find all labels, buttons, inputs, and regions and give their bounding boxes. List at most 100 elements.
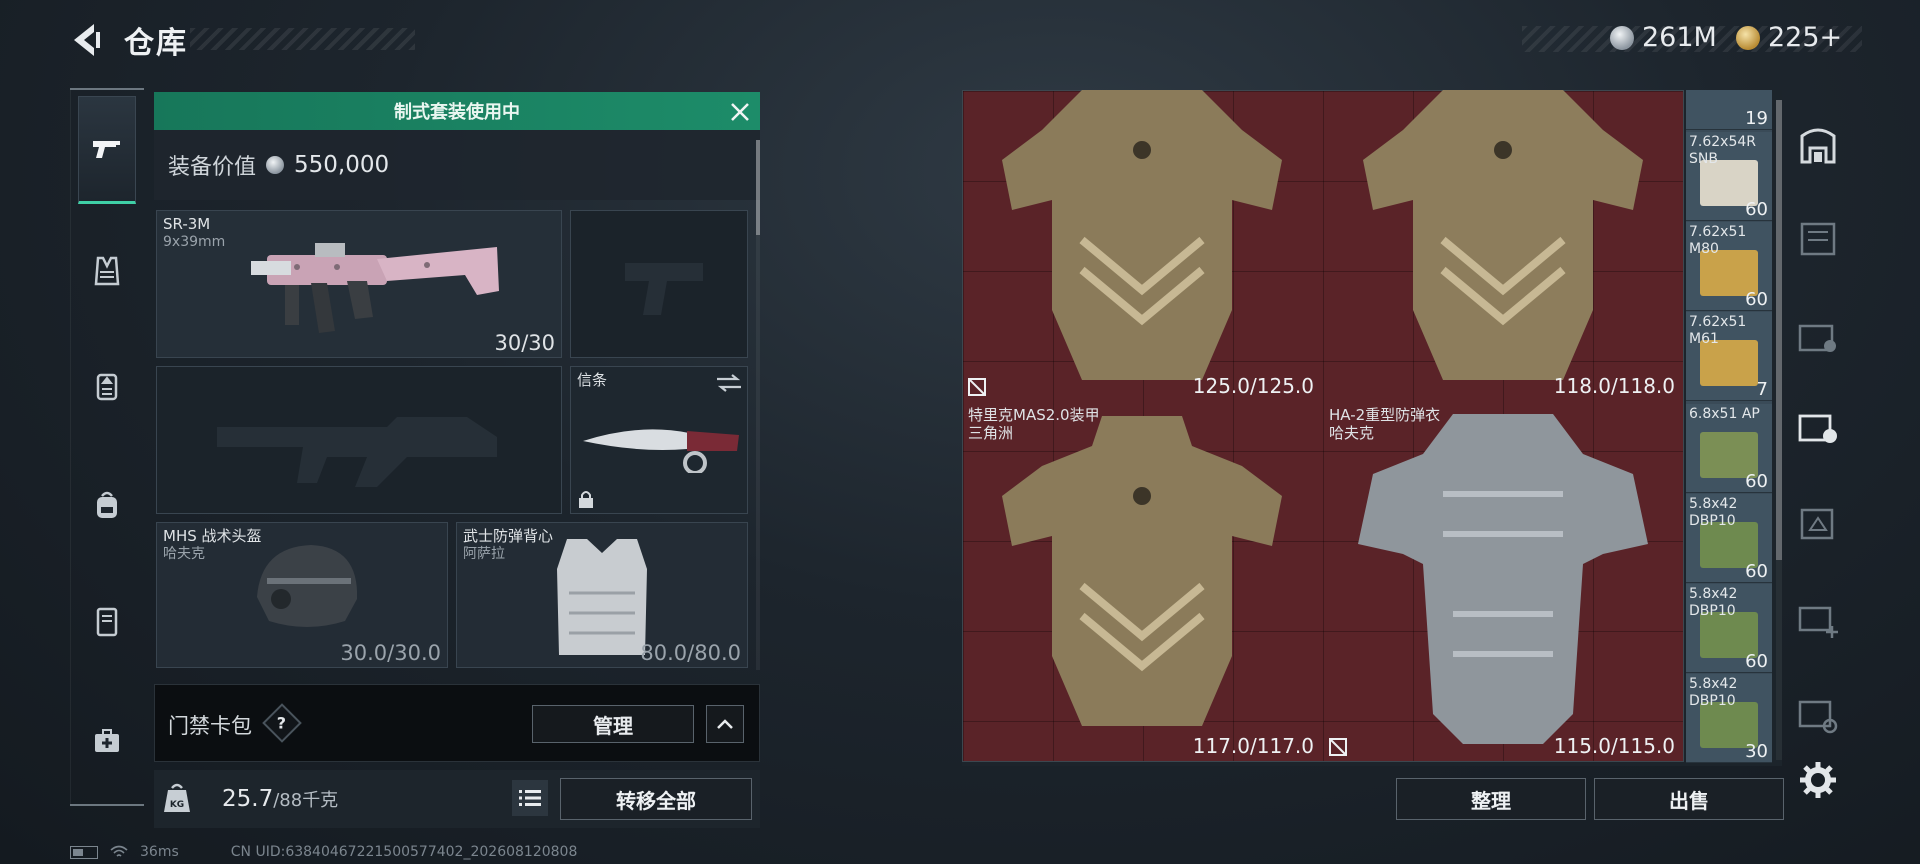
nav-item-locker[interactable]: [78, 592, 136, 650]
armor-name: 武士防弹背心: [463, 527, 554, 545]
battery-icon: [70, 845, 98, 859]
armor-brand: 阿萨拉: [463, 546, 505, 562]
weight-icon: KG: [164, 783, 190, 812]
ammo-item[interactable]: 5.8x42 DBP10 60: [1686, 584, 1772, 673]
silver-amount: 261M: [1642, 22, 1717, 53]
wifi-icon: [110, 845, 128, 857]
sr3m-rifle-icon: [251, 243, 499, 333]
user-uid: CN UID:63840467221500577402_202608120808: [230, 844, 578, 860]
slot-helmet[interactable]: MHS 战术头盔 哈夫克 30.0/30.0: [156, 522, 448, 668]
ammo-name: 7.62x51 M80: [1689, 224, 1747, 257]
loadout-scrollbar-thumb[interactable]: [756, 140, 760, 235]
right-nav-iv-add[interactable]: [1794, 594, 1842, 642]
slot-secondary-weapon[interactable]: [156, 366, 562, 514]
insured-icon: [1329, 738, 1347, 756]
stash-item-armor-1[interactable]: 125.0/125.0: [962, 90, 1322, 402]
iv-gear-icon: [1798, 414, 1837, 443]
back-arrow-icon: [74, 24, 100, 56]
ammo-item[interactable]: 7.62x51 M61 7: [1686, 312, 1772, 401]
helmet-icon: [257, 545, 358, 627]
right-nav-gti[interactable]: [1794, 214, 1842, 262]
gold-coin-icon: [1736, 25, 1760, 50]
page-title: 仓库: [124, 26, 188, 61]
nav-divider-bottom: [70, 804, 144, 806]
right-nav-stash[interactable]: [1794, 120, 1842, 168]
keycard-case-label: 门禁卡包: [168, 714, 252, 738]
nav-item-vest[interactable]: [78, 242, 136, 300]
stash-item-armor-2[interactable]: 118.0/118.0: [1323, 90, 1683, 402]
gti-add-icon: [1798, 700, 1838, 734]
ammo-name: 5.8x42 DBP10: [1689, 676, 1738, 709]
ammo-item[interactable]: 7.62x51 M80 60: [1686, 222, 1772, 311]
primary-weapon-name: SR-3M: [163, 215, 211, 233]
item-durability: 117.0/117.0: [1192, 734, 1314, 758]
slot-pistol[interactable]: [570, 210, 748, 358]
settings-icon: [1800, 762, 1836, 798]
nav-item-backpack[interactable]: [78, 476, 136, 534]
chest-rig-icon: [96, 373, 118, 401]
ammo-count: 60: [1745, 471, 1768, 492]
stash-scrollbar-thumb[interactable]: [1776, 100, 1782, 560]
ammo-name: 5.8x42 DBP10: [1689, 586, 1738, 619]
swap-icon[interactable]: [715, 373, 743, 393]
ammo-name: 7.62x54R SNB: [1689, 134, 1756, 167]
melee-name: 信条: [577, 371, 608, 389]
ammo-name: 7.62x51 M61: [1689, 314, 1747, 347]
sort-button[interactable]: 整理: [1396, 778, 1586, 820]
rifle-placeholder-icon: [217, 417, 497, 487]
nav-item-chest-rig[interactable]: [78, 357, 136, 415]
helmet-durability: 30.0/30.0: [340, 641, 441, 665]
slot-melee[interactable]: 信条: [570, 366, 748, 514]
nav-divider-top: [70, 88, 144, 90]
right-nav-gti-add[interactable]: [1794, 690, 1842, 738]
tan-armor-icon: [1002, 416, 1282, 726]
back-button[interactable]: [68, 20, 108, 60]
armor-durability: 80.0/80.0: [640, 641, 741, 665]
right-nav-iv-gear[interactable]: [1794, 402, 1842, 450]
silver-coin-icon: [266, 156, 285, 174]
ammo-name: 5.8x42 DBP10: [1689, 496, 1738, 529]
transfer-all-button[interactable]: 转移全部: [560, 778, 752, 820]
right-nav-iv[interactable]: [1794, 498, 1842, 546]
slot-primary-weapon[interactable]: SR-3M 9x39mm 30/30: [156, 210, 562, 358]
currency-gold[interactable]: 225+: [1736, 22, 1842, 53]
ammo-name: 6.8x51 AP: [1689, 406, 1760, 422]
ammo-count: 30: [1745, 741, 1768, 762]
ammo-item[interactable]: 19: [1686, 90, 1772, 130]
right-nav-gti-locked[interactable]: [1794, 312, 1842, 360]
gun-icon: [93, 141, 120, 158]
item-durability: 115.0/115.0: [1553, 734, 1675, 758]
ammo-count: 19: [1745, 108, 1768, 129]
ammo-count: 7: [1756, 379, 1768, 400]
primary-weapon-caliber: 9x39mm: [163, 234, 226, 250]
equipment-value: 550,000: [294, 152, 390, 178]
sell-button[interactable]: 出售: [1594, 778, 1784, 820]
stash-item-armor-4[interactable]: HA-2重型防弹衣 哈夫克 115.0/115.0: [1323, 404, 1683, 762]
vest-icon: [94, 256, 120, 286]
collapse-button[interactable]: [706, 705, 744, 743]
gti-locked-icon: [1798, 324, 1836, 352]
settings-button[interactable]: [1794, 756, 1842, 804]
lock-icon: [579, 491, 593, 508]
nav-item-medkit[interactable]: [78, 712, 136, 770]
manage-button[interactable]: 管理: [532, 705, 694, 743]
item-durability: 125.0/125.0: [1192, 374, 1314, 398]
ammo-item[interactable]: 5.8x42 DBP10 60: [1686, 494, 1772, 583]
tan-armor-icon: [1002, 90, 1282, 380]
close-banner-button[interactable]: [726, 98, 754, 126]
list-icon: [519, 790, 541, 806]
help-icon: ?: [277, 713, 287, 733]
slot-body-armor[interactable]: 武士防弹背心 阿萨拉 80.0/80.0: [456, 522, 748, 668]
ammo-item[interactable]: 5.8x42 DBP10 30: [1686, 674, 1772, 763]
currency-silver: 261M: [1610, 22, 1717, 53]
knife-icon: [583, 429, 739, 473]
insured-icon: [968, 378, 986, 396]
stash-item-armor-3[interactable]: 特里克MAS2.0装甲 三角洲 117.0/117.0: [962, 404, 1322, 762]
nav-item-weapon[interactable]: [78, 96, 136, 204]
ammo-item[interactable]: 7.62x54R SNB 60: [1686, 132, 1772, 221]
medkit-icon: [95, 729, 119, 752]
ammo-item[interactable]: 6.8x51 AP 60: [1686, 404, 1772, 493]
list-view-button[interactable]: [512, 780, 548, 816]
status-bar: 36ms CN UID:63840467221500577402_2026081…: [70, 842, 577, 862]
ping-value: 36ms: [140, 844, 179, 860]
